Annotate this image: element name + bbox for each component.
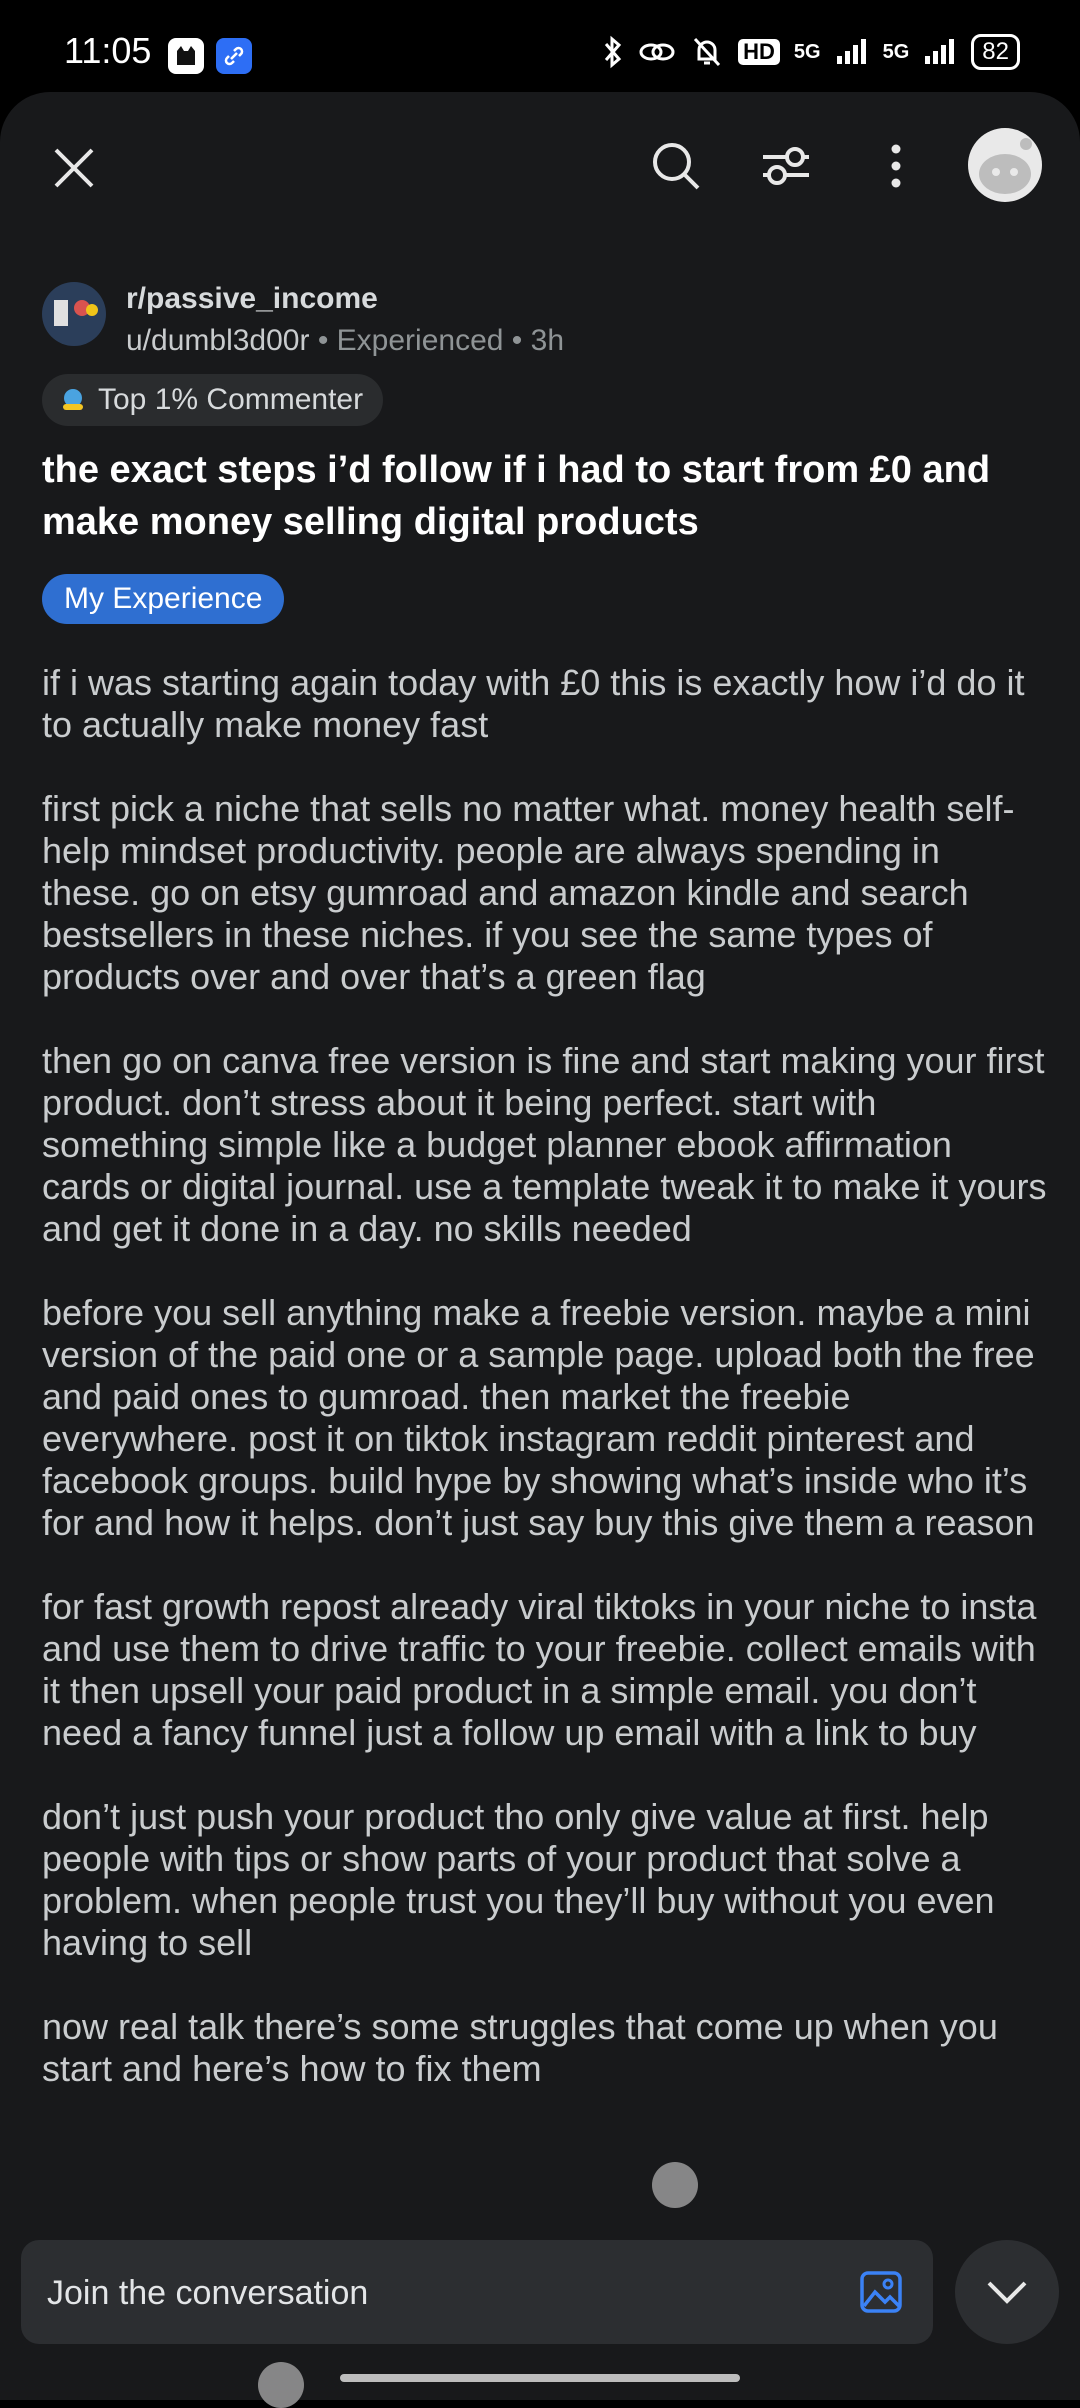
post-paragraph: for fast growth repost already viral tik… <box>42 1586 1037 1753</box>
post-body: if i was starting again today with £0 th… <box>42 662 1047 2132</box>
post-paragraph: now real talk there’s some struggles tha… <box>42 2006 998 2089</box>
top-bar <box>0 92 1080 242</box>
close-button[interactable] <box>44 138 104 198</box>
subreddit-avatar[interactable] <box>42 282 106 346</box>
signal2-icon <box>925 39 955 64</box>
post-paragraph: don’t just push your product tho only gi… <box>42 1796 995 1963</box>
status-bar: 11:05 HD 5G 5G 82 <box>0 0 1080 96</box>
post-meta: u/dumbl3d00r • Experienced • 3h <box>126 324 564 358</box>
sort-icon <box>763 147 809 185</box>
post-paragraph: before you sell anything make a freebie … <box>42 1292 1035 1543</box>
network2-label: 5G <box>882 40 910 63</box>
post-age: 3h <box>530 324 565 357</box>
search-button[interactable] <box>646 136 706 196</box>
meta-separator: • <box>317 324 329 357</box>
touch-indicator <box>258 2362 304 2408</box>
more-vertical-icon <box>891 144 901 188</box>
comment-composer[interactable]: Join the conversation <box>21 2240 933 2344</box>
collapse-button[interactable] <box>955 2240 1059 2344</box>
network-label: 5G <box>793 40 821 63</box>
author-level: Experienced <box>336 324 504 357</box>
notification-icons <box>168 38 252 74</box>
bell-muted-icon <box>694 37 721 67</box>
hd-badge: HD <box>738 39 780 65</box>
status-time: 11:05 <box>64 30 152 71</box>
commenter-badge-icon <box>63 389 83 410</box>
sort-button[interactable] <box>756 136 816 196</box>
battery-indicator: 82 <box>971 34 1020 70</box>
system-icons: HD 5G 5G 82 <box>602 34 1020 70</box>
post-flair[interactable]: My Experience <box>42 574 285 624</box>
meta-separator-2: • <box>511 324 523 357</box>
search-icon <box>653 143 700 190</box>
bluetooth-icon <box>605 35 622 69</box>
post-title: the exact steps i’d follow if i had to s… <box>42 449 991 543</box>
subreddit-name[interactable]: r/passive_income <box>126 282 378 316</box>
comment-input-placeholder[interactable]: Join the conversation <box>47 2274 368 2313</box>
signal-icon <box>836 39 866 64</box>
link-icon <box>639 43 675 61</box>
close-icon <box>54 148 94 188</box>
author-username[interactable]: u/dumbl3d00r <box>126 324 309 357</box>
touch-indicator <box>652 2162 698 2208</box>
user-avatar[interactable] <box>968 128 1042 202</box>
chevron-down-icon <box>987 2281 1027 2304</box>
image-icon <box>860 2271 902 2313</box>
link-app-icon <box>216 38 252 74</box>
home-indicator[interactable] <box>340 2374 740 2382</box>
cat-app-icon <box>168 38 204 74</box>
subreddit-icon <box>54 300 98 326</box>
post-paragraph: if i was starting again today with £0 th… <box>42 662 1025 745</box>
user-flair-label: Top 1% Commenter <box>98 383 364 416</box>
post-paragraph: first pick a niche that sells no matter … <box>42 788 1015 997</box>
post-sheet: r/passive_income u/dumbl3d00r • Experien… <box>0 92 1080 2400</box>
user-flair: Top 1% Commenter <box>42 374 384 426</box>
more-options-button[interactable] <box>866 136 926 196</box>
post-paragraph: then go on canva free version is fine an… <box>42 1040 1047 1249</box>
attach-image-button[interactable] <box>859 2270 903 2319</box>
snoo-avatar-icon <box>979 138 1032 194</box>
